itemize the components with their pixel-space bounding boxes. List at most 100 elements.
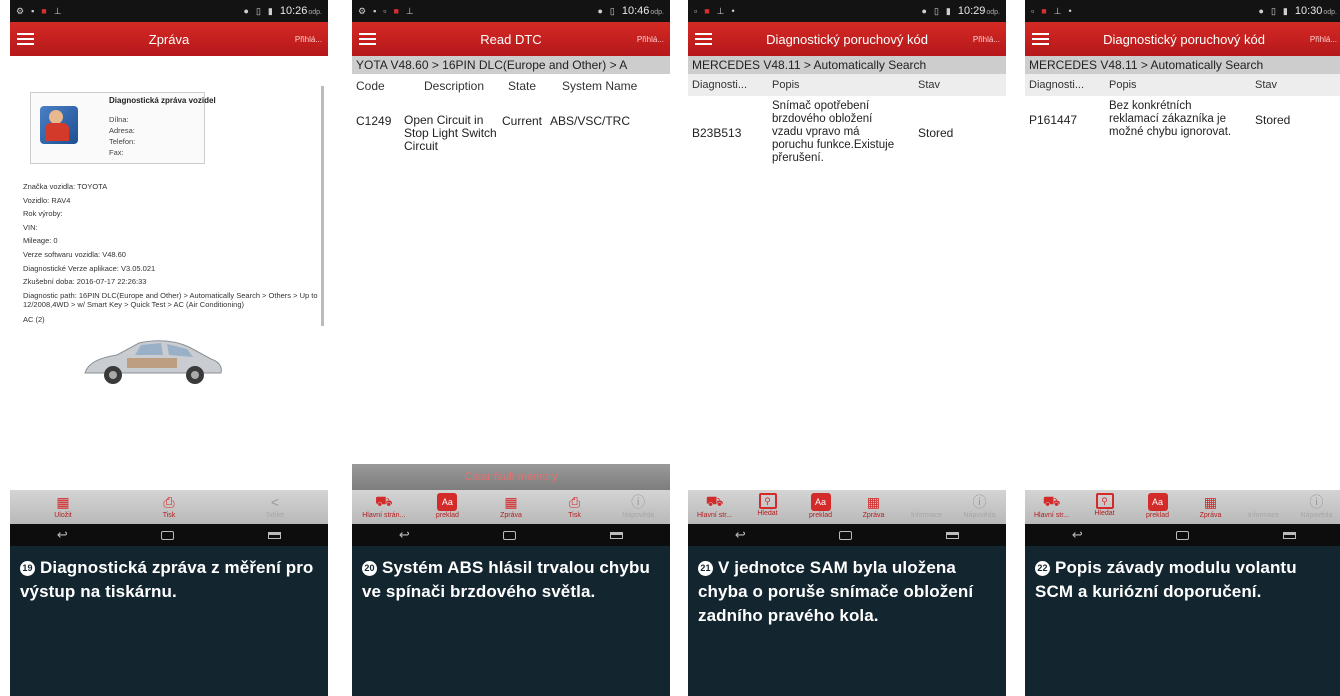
settings-icon: ⚙ [16,5,25,16]
menu-icon[interactable] [10,22,50,56]
status-bar: ▫ ■ ⊥ • ● ▯ ▮ 10:29odp. [688,0,1006,22]
battery-icon: ▮ [1282,5,1288,16]
report-button[interactable]: ▦ Zpráva [479,490,543,524]
app-bar: Diagnostický poruchový kód Přihlá... [1025,22,1340,56]
screen-dtc-mercedes-1: ▫ ■ ⊥ • ● ▯ ▮ 10:29odp. Diagnostický poruchový… [688,0,1006,696]
home-icon[interactable] [161,530,175,540]
information-button[interactable]: Informace [900,490,953,524]
home-page-button[interactable]: ⛟ Hlavní str... [688,490,741,524]
clock: 10:29odp. [957,5,1000,17]
bottom-toolbar: ⛟ Hlavní str... ⚲ Hledat Aa preklad ▦ Zpráva… [1025,490,1340,524]
app-bar: Diagnostický poruchový kód Přihlá... [688,22,1006,56]
clear-fault-memory-button[interactable]: Clear fault memory [352,464,670,490]
help-button[interactable]: ⓘ Nápověda [606,490,670,524]
breadcrumb: YOTA V48.60 > 16PIN DLC(Europe and Other… [352,56,670,74]
sync-icon: • [1068,6,1072,16]
blank-icon [917,493,937,511]
table-row[interactable]: P161447 Bez konkrétních reklamací zákazn… [1025,96,1340,139]
notification-icon: ▪ [31,6,35,16]
print-button[interactable]: ⎙ Tisk [116,490,222,524]
screen-report: ⚙ ▪ ■ ⊥ ● ▯ ▮ 10:26odp. Zpráva Přihlá... Diagn… [10,0,328,696]
translate-icon: Aa [810,493,831,511]
dtc-view: YOTA V48.60 > 16PIN DLC(Europe and Other… [352,56,670,490]
battery-icon: ▮ [945,5,951,16]
breadcrumb: MERCEDES V48.11 > Automatically Search [688,56,1006,74]
notification-icon: ▪ [373,6,377,16]
menu-icon[interactable] [352,22,392,56]
usb-icon: ⊥ [716,5,725,16]
back-icon[interactable]: ↩ [735,527,746,543]
login-link[interactable]: Přihlá... [295,35,322,44]
print-button[interactable]: ⎙ Tisk [543,490,607,524]
report-icon: ▦ [504,493,518,510]
battery-icon: ▮ [267,5,273,16]
signal-icon: ▯ [609,5,615,16]
save-button[interactable]: ▦ Uložit [10,490,116,524]
info-icon: ⓘ [631,494,646,510]
screen-dtc-mercedes-2: ▫ ■ ⊥ • ● ▯ ▮ 10:30odp. Diagnostický poruchový… [1025,0,1340,696]
recents-icon[interactable] [610,531,624,539]
location-icon: ● [1258,6,1264,16]
translate-icon: Aa [437,493,458,511]
page-title: Diagnostický poruchový kód [1103,31,1265,47]
search-icon: ⚲ [758,493,777,509]
app-icon: ■ [1041,6,1047,16]
menu-icon[interactable] [1025,22,1065,56]
login-link[interactable]: Přihlá... [1310,35,1337,44]
back-icon[interactable]: ↩ [1072,527,1083,543]
help-button[interactable]: ⓘ Nápověda [953,490,1006,524]
status-bar: ⚙ ▪ ■ ⊥ ● ▯ ▮ 10:26odp. [10,0,328,22]
app-icon: ■ [41,6,47,16]
report-view: Diagnostická zpráva vozidel Dílna: Adres… [10,56,328,490]
search-icon: ⚲ [1095,493,1114,509]
sync-icon: • [731,6,735,16]
home-icon[interactable] [503,530,517,540]
table-header: Diagnosti... Popis Stav [688,74,1006,96]
calendar-save-icon: ▦ [56,493,70,510]
report-document: Diagnostická zpráva vozidel Dílna: Adres… [17,56,324,490]
status-bar: ⚙ ▪ ▫ ■ ⊥ ● ▯ 10:46odp. [352,0,670,22]
login-link[interactable]: Přihlá... [973,35,1000,44]
table-row[interactable]: C1249 Open Circuit in Stop Light Switch … [352,98,670,153]
report-button[interactable]: ▦ Zpráva [1184,490,1237,524]
information-button[interactable]: Informace [1237,490,1290,524]
table-row[interactable]: B23B513 Snímač opotřebení brzdového oblo… [688,96,1006,165]
back-icon[interactable]: ↩ [399,527,410,543]
page-title: Diagnostický poruchový kód [766,31,928,47]
search-button[interactable]: ⚲ Hledat [1078,490,1131,524]
page-title: Read DTC [480,31,542,47]
home-icon[interactable] [839,530,853,540]
table-header: Code Description State System Name [352,74,670,98]
settings-icon: ⚙ [358,5,367,16]
info-icon: ⓘ [972,494,987,510]
android-nav-bar: ↩ [352,524,670,546]
info-icon: ⓘ [1309,494,1324,510]
translate-button[interactable]: Aa preklad [794,490,847,524]
login-link[interactable]: Přihlá... [637,35,664,44]
recents-icon[interactable] [268,531,282,539]
translate-button[interactable]: Aa preklad [416,490,480,524]
report-heading: Diagnostická zpráva vozidel [109,96,216,105]
location-icon: ● [243,6,249,16]
signal-icon: ▯ [255,5,261,16]
vehicle-info: Značka vozidla: TOYOTA Vozidlo: RAV4 Rok… [23,182,318,324]
car-home-icon: ⛟ [374,492,393,509]
share-button[interactable]: < Sdílet [222,490,328,524]
signal-icon: ▯ [933,5,939,16]
help-button[interactable]: ⓘ Nápověda [1290,490,1340,524]
back-icon[interactable]: ↩ [57,527,68,543]
recents-icon[interactable] [1283,531,1297,539]
home-page-button[interactable]: ⛟ Hlavní strán... [352,490,416,524]
recents-icon[interactable] [946,531,960,539]
breadcrumb: MERCEDES V48.11 > Automatically Search [1025,56,1340,74]
table-header: Diagnosti... Popis Stav [1025,74,1340,96]
translate-button[interactable]: Aa preklad [1131,490,1184,524]
search-button[interactable]: ⚲ Hledat [741,490,794,524]
report-button[interactable]: ▦ Zpráva [847,490,900,524]
location-icon: ● [597,6,603,16]
home-icon[interactable] [1176,530,1190,540]
usb-icon: ⊥ [405,5,414,16]
home-page-button[interactable]: ⛟ Hlavní str... [1025,490,1078,524]
dtc-view: MERCEDES V48.11 > Automatically Search D… [1025,56,1340,490]
menu-icon[interactable] [688,22,728,56]
